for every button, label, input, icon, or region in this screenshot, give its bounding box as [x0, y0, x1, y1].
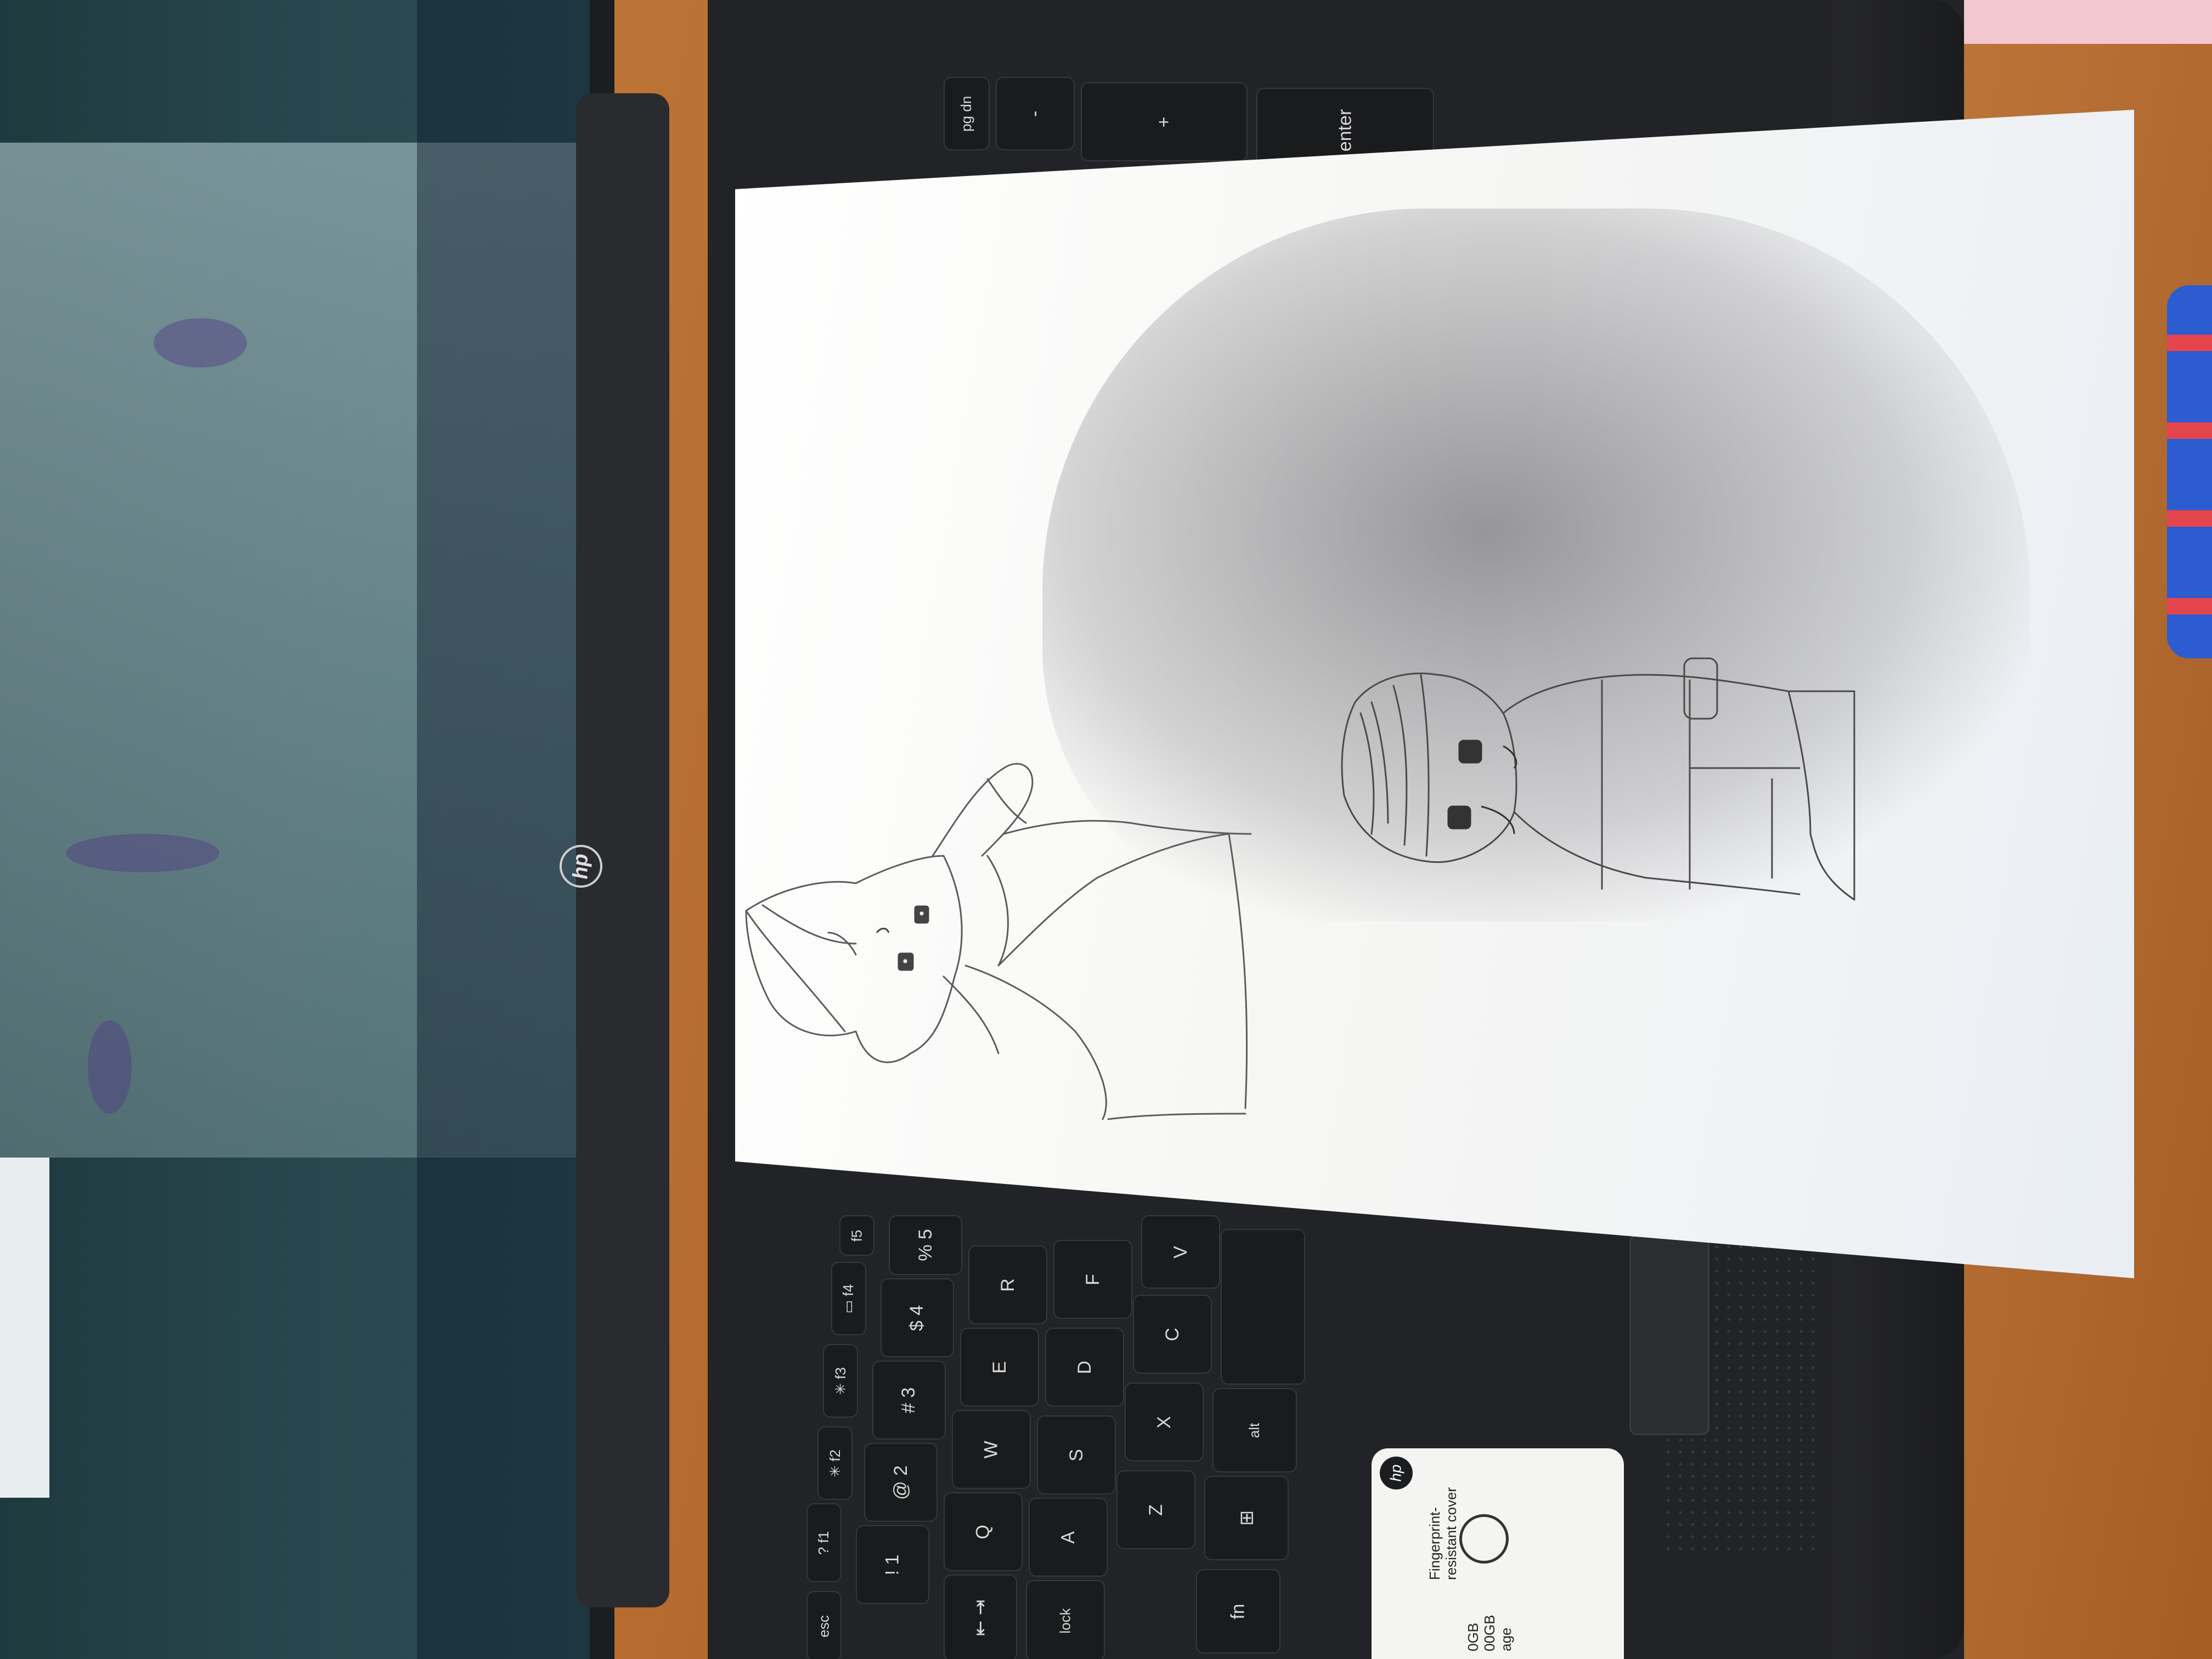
pencil-sketches [745, 657, 1855, 1120]
sketch-robot [1341, 657, 1855, 901]
photo-scene: hp pg dn - + enter esc ? f1 ✳ f2 ✳ f3 ▭ … [0, 0, 2212, 1659]
sketch-creature-eyes [876, 905, 929, 971]
sketch-robot-eyes [1447, 740, 1517, 834]
sketch-creature [745, 763, 1252, 1120]
